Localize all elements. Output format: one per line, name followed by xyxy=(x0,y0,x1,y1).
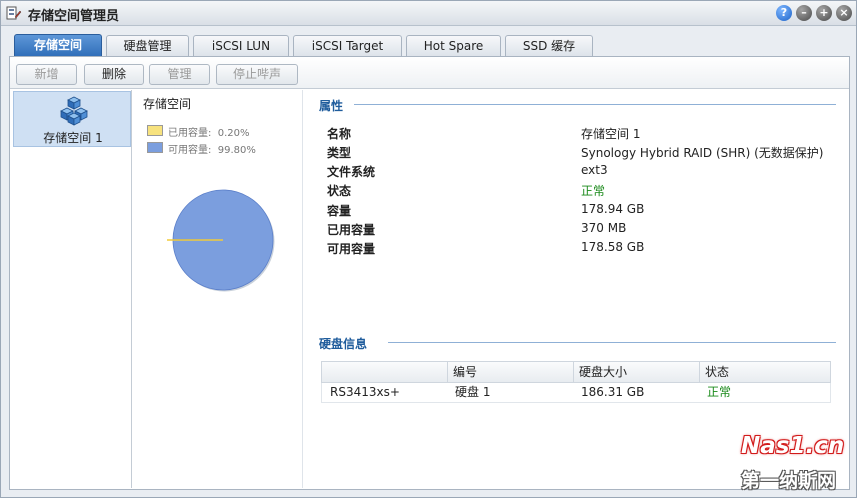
prop-label-free: 可用容量 xyxy=(327,242,376,256)
main-content: 新增 删除 管理 停止哔声 存储空间 1 存储空间 已用容量: 0.20% 可用… xyxy=(9,57,850,490)
prop-value-status: 正常 xyxy=(581,184,606,198)
prop-label-type: 类型 xyxy=(327,146,352,160)
delete-button[interactable]: 删除 xyxy=(84,64,144,85)
help-icon[interactable]: ? xyxy=(776,5,792,21)
stop-beep-button[interactable]: 停止哔声 xyxy=(216,64,298,85)
disk-info-heading: 硬盘信息 xyxy=(319,337,368,351)
tab-iscsi-target[interactable]: iSCSI Target xyxy=(293,35,402,56)
disk-cell-size: 186.31 GB xyxy=(581,385,645,399)
legend-used-text: 已用容量: 0.20% xyxy=(168,128,250,139)
details-panel: 属性 名称 存储空间 1 类型 Synology Hybrid RAID (SH… xyxy=(304,90,849,488)
storage-manager-window: 存储空间管理员 ? – + × 存储空间 硬盘管理 iSCSI LUN iSCS… xyxy=(0,0,857,498)
prop-label-status: 状态 xyxy=(327,184,352,198)
legend-free-swatch xyxy=(147,142,163,153)
watermark-line-2: 第一纳斯网 xyxy=(741,470,837,492)
prop-value-capacity: 178.94 GB xyxy=(581,202,645,216)
close-icon[interactable]: × xyxy=(836,5,852,21)
properties-heading: 属性 xyxy=(319,99,344,113)
volume-list: 存储空间 1 xyxy=(10,90,132,488)
nas1-watermark-logo: Nas1.cn 第一纳斯网 xyxy=(731,433,851,495)
minimize-icon[interactable]: – xyxy=(796,5,812,21)
usage-pie-chart xyxy=(167,189,275,292)
tab-volume[interactable]: 存储空间 xyxy=(14,34,102,57)
disk-cell-model: RS3413xs+ xyxy=(330,385,400,399)
tab-hdd-management[interactable]: 硬盘管理 xyxy=(106,35,189,56)
disk-info-divider xyxy=(388,342,836,343)
disk-col-id[interactable]: 编号 xyxy=(447,362,573,383)
disk-col-model[interactable] xyxy=(322,362,447,383)
prop-value-filesystem: ext3 xyxy=(581,163,608,177)
legend-used-swatch xyxy=(147,125,163,136)
maximize-icon[interactable]: + xyxy=(816,5,832,21)
watermark-line-1: Nas1.cn xyxy=(741,433,845,459)
prop-value-type: Synology Hybrid RAID (SHR) (无数据保护) xyxy=(581,146,824,160)
tab-bar: 存储空间 硬盘管理 iSCSI LUN iSCSI Target Hot Spa… xyxy=(1,26,856,57)
disk-col-status[interactable]: 状态 xyxy=(699,362,830,383)
usage-chart-panel: 存储空间 已用容量: 0.20% 可用容量: 99.80% xyxy=(133,90,303,488)
tab-hot-spare[interactable]: Hot Spare xyxy=(406,35,501,56)
prop-label-used: 已用容量 xyxy=(327,223,376,237)
manage-button[interactable]: 管理 xyxy=(149,64,210,85)
disk-cell-id: 硬盘 1 xyxy=(455,385,491,399)
title-bar[interactable]: 存储空间管理员 ? – + × xyxy=(1,1,856,26)
disk-table-header: 编号 硬盘大小 状态 xyxy=(321,361,831,383)
usage-chart-title: 存储空间 xyxy=(143,97,192,111)
prop-value-used: 370 MB xyxy=(581,221,627,235)
prop-label-name: 名称 xyxy=(327,127,352,141)
volume-cubes-icon xyxy=(60,96,88,126)
prop-label-capacity: 容量 xyxy=(327,204,352,218)
create-button[interactable]: 新增 xyxy=(16,64,77,85)
volume-list-item-label: 存储空间 1 xyxy=(43,131,103,145)
window-title: 存储空间管理员 xyxy=(28,9,120,24)
prop-value-free: 178.58 GB xyxy=(581,240,645,254)
volume-list-item[interactable]: 存储空间 1 xyxy=(13,91,131,147)
disk-cell-status: 正常 xyxy=(707,385,732,399)
storage-manager-app-icon xyxy=(6,6,22,20)
toolbar: 新增 删除 管理 停止哔声 xyxy=(10,57,849,89)
disk-col-size[interactable]: 硬盘大小 xyxy=(573,362,699,383)
prop-label-filesystem: 文件系统 xyxy=(327,165,376,179)
properties-divider xyxy=(354,104,836,105)
tab-ssd-cache[interactable]: SSD 缓存 xyxy=(505,35,593,56)
legend-free-text: 可用容量: 99.80% xyxy=(168,145,256,156)
tab-iscsi-lun[interactable]: iSCSI LUN xyxy=(193,35,289,56)
prop-value-name: 存储空间 1 xyxy=(581,127,641,141)
table-row[interactable]: RS3413xs+ 硬盘 1 186.31 GB 正常 xyxy=(321,383,831,403)
